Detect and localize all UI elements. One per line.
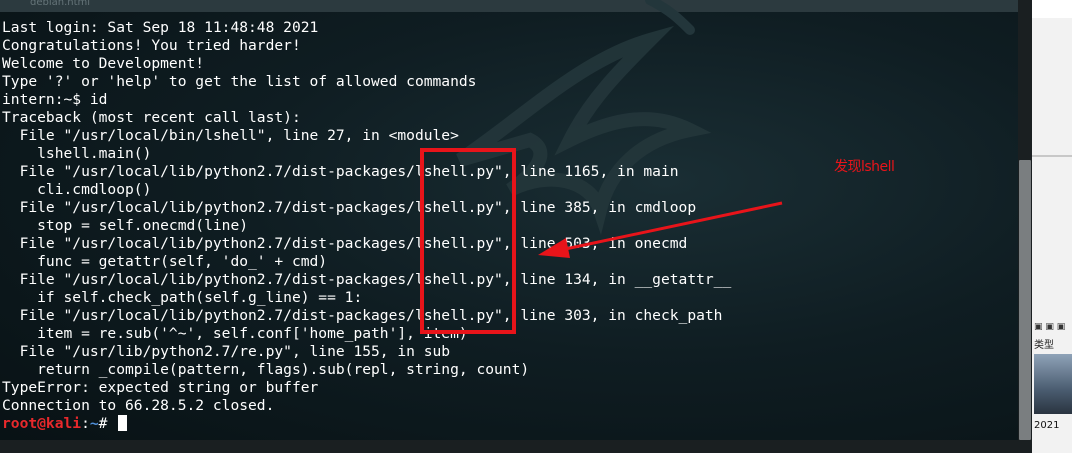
terminal-line: Last login: Sat Sep 18 11:48:48 2021: [2, 19, 319, 36]
side-type-label: 类型: [1034, 340, 1054, 351]
terminal-line: Welcome to Development!: [2, 55, 205, 72]
terminal-bottom-edge: [0, 440, 1032, 453]
terminal-line: lshell.main(): [2, 145, 152, 162]
terminal-line: TypeError: expected string or buffer: [2, 379, 319, 396]
prompt-symbol: #: [98, 415, 117, 432]
terminal-line: Traceback (most recent call last):: [2, 109, 301, 126]
terminal-line: File "/usr/local/lib/python2.7/dist-pack…: [2, 199, 697, 216]
terminal-line: File "/usr/local/bin/lshell", line 27, i…: [2, 127, 459, 144]
terminal-output: Last login: Sat Sep 18 11:48:48 2021 Con…: [2, 19, 731, 415]
terminal-line: File "/usr/local/lib/python2.7/dist-pack…: [2, 163, 679, 180]
terminal-line: Congratulations! You tried harder!: [2, 37, 301, 54]
prompt-user-host: root@kali: [2, 415, 82, 432]
terminal-line: Connection to 66.28.5.2 closed.: [2, 397, 275, 414]
scrollbar-thumb[interactable]: [1019, 160, 1031, 440]
prompt-path: ~: [89, 415, 99, 432]
terminal-line: File "/usr/lib/python2.7/re.py", line 15…: [2, 343, 451, 360]
desktop-screen: debian.html Last login: Sat Sep 18 11:48…: [0, 0, 1072, 453]
terminal-line: File "/usr/local/lib/python2.7/dist-pack…: [2, 235, 688, 252]
prompt-separator: :: [81, 415, 90, 432]
side-date-label: 2021: [1034, 420, 1060, 431]
annotation-label: 发现lshell: [834, 159, 895, 175]
side-strip-header: [1032, 0, 1072, 18]
terminal-line: cli.cmdloop(): [2, 181, 152, 198]
annotation-highlight-box: [420, 148, 516, 334]
terminal-line: stop = self.onecmd(line): [2, 217, 249, 234]
text-cursor[interactable]: [118, 415, 128, 431]
shell-prompt[interactable]: root@kali:~#: [2, 415, 128, 433]
desktop-side-strip: ▣ ▣ ▣ 类型 2021: [1032, 0, 1072, 453]
terminal-line: File "/usr/local/lib/python2.7/dist-pack…: [2, 271, 732, 288]
terminal-scrollbar[interactable]: [1018, 0, 1032, 440]
side-thumbnail-image[interactable]: [1034, 354, 1072, 414]
terminal-line: Type '?' or 'help' to get the list of al…: [2, 73, 477, 90]
side-toolbar-icons[interactable]: ▣ ▣ ▣: [1034, 322, 1065, 332]
terminal-line: func = getattr(self, 'do_' + cmd): [2, 253, 328, 270]
terminal-line: item = re.sub('^~', self.conf['home_path…: [2, 325, 468, 342]
terminal-line: intern:~$ id: [2, 91, 108, 108]
terminal-line: return _compile(pattern, flags).sub(repl…: [2, 361, 530, 378]
terminal-line: File "/usr/local/lib/python2.7/dist-pack…: [2, 307, 723, 324]
side-divider: [1032, 155, 1072, 157]
terminal-line: if self.check_path(self.g_line) == 1:: [2, 289, 363, 306]
